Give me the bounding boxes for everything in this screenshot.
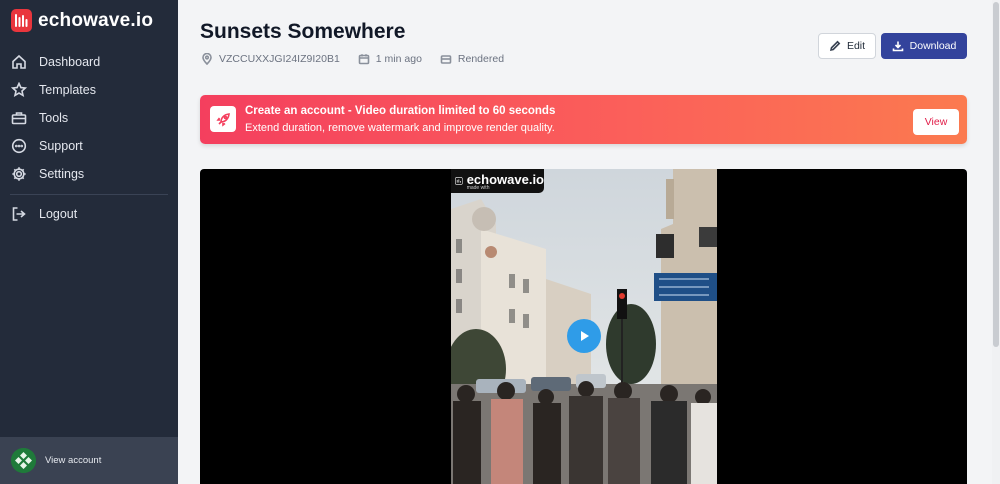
toolbox-icon (11, 112, 27, 125)
play-icon (581, 331, 589, 341)
page-title: Sunsets Somewhere (200, 20, 406, 43)
logout-icon (12, 207, 26, 221)
upgrade-banner: Create an account - Video duration limit… (200, 95, 967, 144)
pencil-icon (829, 40, 841, 52)
video-frame: echowave.io made with (451, 169, 717, 484)
scrollbar[interactable] (992, 0, 1000, 484)
logo-icon (11, 9, 32, 32)
calendar-icon (358, 54, 370, 65)
sidebar-item-label: Templates (39, 83, 96, 97)
home-icon (12, 54, 26, 69)
project-status-text: Rendered (457, 53, 505, 65)
project-meta: VZCCUXXJGI24IZ9I20B1 1 min ago Rendered (201, 53, 522, 65)
sidebar: echowave.io Dashboard Templates Tools Su… (0, 0, 178, 484)
location-pin-icon (202, 53, 212, 65)
logo-icon (455, 177, 463, 185)
sidebar-nav: Dashboard Templates Tools Support Settin… (0, 48, 178, 228)
chat-icon (11, 138, 27, 154)
download-label: Download (909, 40, 957, 52)
nav-divider (10, 194, 168, 195)
video-player[interactable]: echowave.io made with (200, 169, 967, 484)
project-id-text: VZCCUXXJGI24IZ9I20B1 (219, 53, 340, 65)
banner-title: Create an account - Video duration limit… (245, 105, 556, 117)
logout-button[interactable]: Logout (0, 200, 178, 228)
gear-icon (12, 167, 26, 181)
project-id: VZCCUXXJGI24IZ9I20B1 (201, 53, 340, 65)
download-icon (892, 41, 903, 52)
sidebar-item-label: Dashboard (39, 55, 101, 69)
sidebar-item-dashboard[interactable]: Dashboard (0, 48, 178, 76)
sidebar-item-support[interactable]: Support (0, 132, 178, 160)
project-time-text: 1 min ago (375, 53, 422, 65)
sidebar-item-tools[interactable]: Tools (0, 104, 178, 132)
view-account-label: View account (45, 455, 102, 466)
play-button[interactable] (567, 319, 601, 353)
brand-name: echowave.io (38, 9, 154, 31)
sidebar-item-label: Support (39, 139, 83, 153)
brand-logo[interactable]: echowave.io (11, 9, 153, 32)
sidebar-item-label: Tools (39, 111, 69, 125)
sidebar-item-label: Settings (39, 167, 85, 181)
archive-icon (440, 55, 452, 64)
project-status: Rendered (440, 53, 504, 65)
view-account-button[interactable]: View account (0, 437, 178, 484)
star-icon (11, 82, 27, 98)
edit-label: Edit (846, 40, 866, 52)
project-time: 1 min ago (358, 53, 422, 65)
download-button[interactable]: Download (881, 33, 967, 59)
avatar (11, 448, 36, 473)
scrollbar-thumb[interactable] (993, 2, 999, 347)
edit-button[interactable]: Edit (818, 33, 876, 59)
banner-subtitle: Extend duration, remove watermark and im… (245, 122, 555, 134)
logout-label: Logout (39, 207, 78, 221)
view-button[interactable]: View (913, 109, 959, 135)
watermark: echowave.io made with (451, 169, 544, 193)
rocket-icon (210, 106, 236, 132)
sidebar-item-settings[interactable]: Settings (0, 160, 178, 188)
sidebar-item-templates[interactable]: Templates (0, 76, 178, 104)
